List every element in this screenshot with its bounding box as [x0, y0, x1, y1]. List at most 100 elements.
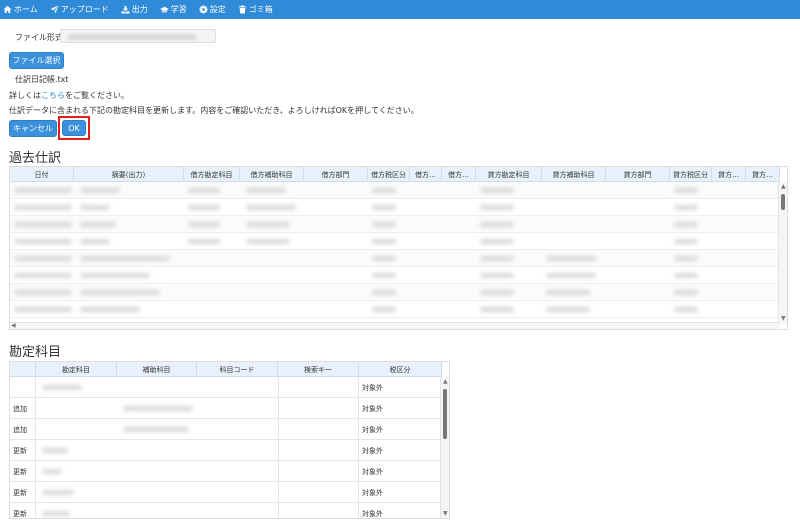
journal-col-credit-dept[interactable]: 貸方部門 [606, 167, 670, 182]
table-row[interactable]: 更新 対象外 [10, 461, 442, 482]
table-row[interactable]: 更新 対象外 [10, 482, 442, 503]
nav-settings[interactable]: 設定 [199, 4, 226, 15]
journal-table-header: 日付 摘要(出力) 借方勘定科目 借方補助科目 借方部門 借方税区分 借方… 借… [10, 167, 780, 182]
search-key-cell [278, 398, 359, 419]
journal-col-credit-account[interactable]: 貸方勘定科目 [476, 167, 542, 182]
journal-col-credit-b[interactable]: 貸方… [746, 167, 780, 182]
scroll-down-icon[interactable]: ▼ [781, 316, 786, 322]
table-row[interactable]: 更新 対象外 [10, 440, 442, 461]
row-action: 更新 [10, 461, 36, 482]
scroll-down-icon[interactable]: ▼ [443, 511, 448, 517]
journal-col-debit-dept[interactable]: 借方部門 [304, 167, 368, 182]
accounts-col-account[interactable]: 勘定科目 [36, 362, 117, 377]
scroll-up-icon[interactable]: ▲ [443, 379, 448, 385]
journal-col-debit-tax[interactable]: 借方税区分 [368, 167, 410, 182]
top-navbar: ホーム アップロード 出力 学習 設定 ゴミ箱 [0, 0, 800, 19]
accounts-col-search-key[interactable]: 検索キー [278, 362, 359, 377]
accounts-col-sub[interactable]: 補助科目 [117, 362, 197, 377]
home-icon [3, 5, 12, 14]
nav-trash[interactable]: ゴミ箱 [238, 4, 273, 15]
table-row[interactable] [10, 301, 780, 318]
scroll-left-icon[interactable]: ◀ [11, 323, 16, 329]
search-key-cell [278, 482, 359, 503]
search-key-cell [278, 419, 359, 440]
journal-col-debit-account[interactable]: 借方勘定科目 [184, 167, 240, 182]
table-row[interactable] [10, 250, 780, 267]
trash-icon [238, 5, 246, 14]
journal-col-date[interactable]: 日付 [10, 167, 74, 182]
journal-table: 日付 摘要(出力) 借方勘定科目 借方補助科目 借方部門 借方税区分 借方… 借… [9, 166, 788, 330]
cancel-button[interactable]: キャンセル [9, 120, 57, 137]
table-row[interactable] [10, 233, 780, 250]
journal-col-debit-b[interactable]: 借方… [442, 167, 476, 182]
accounts-table-header: 勘定科目 補助科目 科目コード 検索キー 税区分 [10, 362, 442, 377]
nav-home[interactable]: ホーム [3, 4, 38, 15]
journal-vertical-scrollbar[interactable]: ▲ ▼ [778, 182, 787, 324]
accounts-section-title: 勘定科目 [9, 345, 62, 360]
scroll-up-icon[interactable]: ▲ [781, 184, 786, 190]
account-cell [36, 377, 117, 398]
journal-col-credit-a[interactable]: 貸方… [712, 167, 746, 182]
upload-icon [50, 5, 59, 14]
sub-account-cell [117, 398, 277, 419]
journal-col-credit-tax[interactable]: 貸方税区分 [670, 167, 712, 182]
journal-col-debit-a[interactable]: 借方… [410, 167, 442, 182]
search-key-cell [278, 440, 359, 461]
journal-section-title: 過去仕訳 [9, 151, 62, 166]
nav-upload[interactable]: アップロード [50, 4, 109, 15]
scroll-thumb[interactable] [443, 389, 447, 439]
filetype-select[interactable] [60, 29, 216, 43]
nav-learning-label: 学習 [170, 5, 187, 14]
account-cell [36, 482, 117, 503]
journal-col-description[interactable]: 摘要(出力) [74, 167, 184, 182]
help-text: 詳しくはこちらをご覧ください。 [9, 90, 129, 101]
tax-cell: 対象外 [359, 398, 442, 419]
row-action: 追加 [10, 419, 36, 440]
filetype-value-blurred [67, 34, 197, 40]
nav-settings-label: 設定 [209, 5, 226, 14]
nav-learning[interactable]: 学習 [159, 4, 187, 15]
row-action: 更新 [10, 503, 36, 518]
table-row[interactable] [10, 284, 780, 301]
filetype-label: ファイル形式 [15, 33, 63, 42]
row-action: 更新 [10, 440, 36, 461]
journal-col-debit-sub[interactable]: 借方補助科目 [240, 167, 304, 182]
accounts-col-code[interactable]: 科目コード [197, 362, 278, 377]
table-row[interactable]: 追加 対象外 [10, 398, 442, 419]
ok-button[interactable]: OK [62, 120, 86, 136]
account-cell [36, 440, 117, 461]
tax-cell: 対象外 [359, 377, 442, 398]
help-text-suffix: をご覧ください。 [65, 91, 129, 100]
search-key-cell [278, 461, 359, 482]
nav-home-label: ホーム [14, 5, 38, 14]
accounts-col-tax[interactable]: 税区分 [359, 362, 442, 377]
nav-export[interactable]: 出力 [121, 4, 148, 15]
table-row[interactable]: 更新 対象外 [10, 503, 442, 518]
table-row[interactable] [10, 216, 780, 233]
row-action: 追加 [10, 398, 36, 419]
table-row[interactable] [10, 267, 780, 284]
nav-trash-label: ゴミ箱 [248, 5, 273, 14]
sub-account-cell [117, 419, 277, 440]
row-action: 更新 [10, 482, 36, 503]
accounts-col-action [10, 362, 36, 377]
table-row[interactable] [10, 182, 780, 199]
table-row[interactable] [10, 199, 780, 216]
nav-export-label: 出力 [131, 5, 148, 14]
account-cell [36, 461, 117, 482]
file-select-button[interactable]: ファイル選択 [9, 52, 64, 69]
row-action [10, 377, 36, 398]
accounts-vertical-scrollbar[interactable]: ▲ ▼ [440, 377, 449, 518]
search-key-cell [278, 377, 359, 398]
table-row[interactable]: 対象外 [10, 377, 442, 398]
journal-horizontal-scrollbar[interactable]: ◀ [10, 322, 780, 329]
help-link[interactable]: こちら [41, 91, 65, 100]
table-row[interactable]: 追加 対象外 [10, 419, 442, 440]
download-icon [121, 5, 130, 14]
tax-cell: 対象外 [359, 461, 442, 482]
journal-col-credit-sub[interactable]: 貸方補助科目 [542, 167, 606, 182]
journal-table-body [10, 182, 780, 324]
scroll-thumb[interactable] [781, 194, 785, 210]
tax-cell: 対象外 [359, 419, 442, 440]
help-text-prefix: 詳しくは [9, 91, 41, 100]
